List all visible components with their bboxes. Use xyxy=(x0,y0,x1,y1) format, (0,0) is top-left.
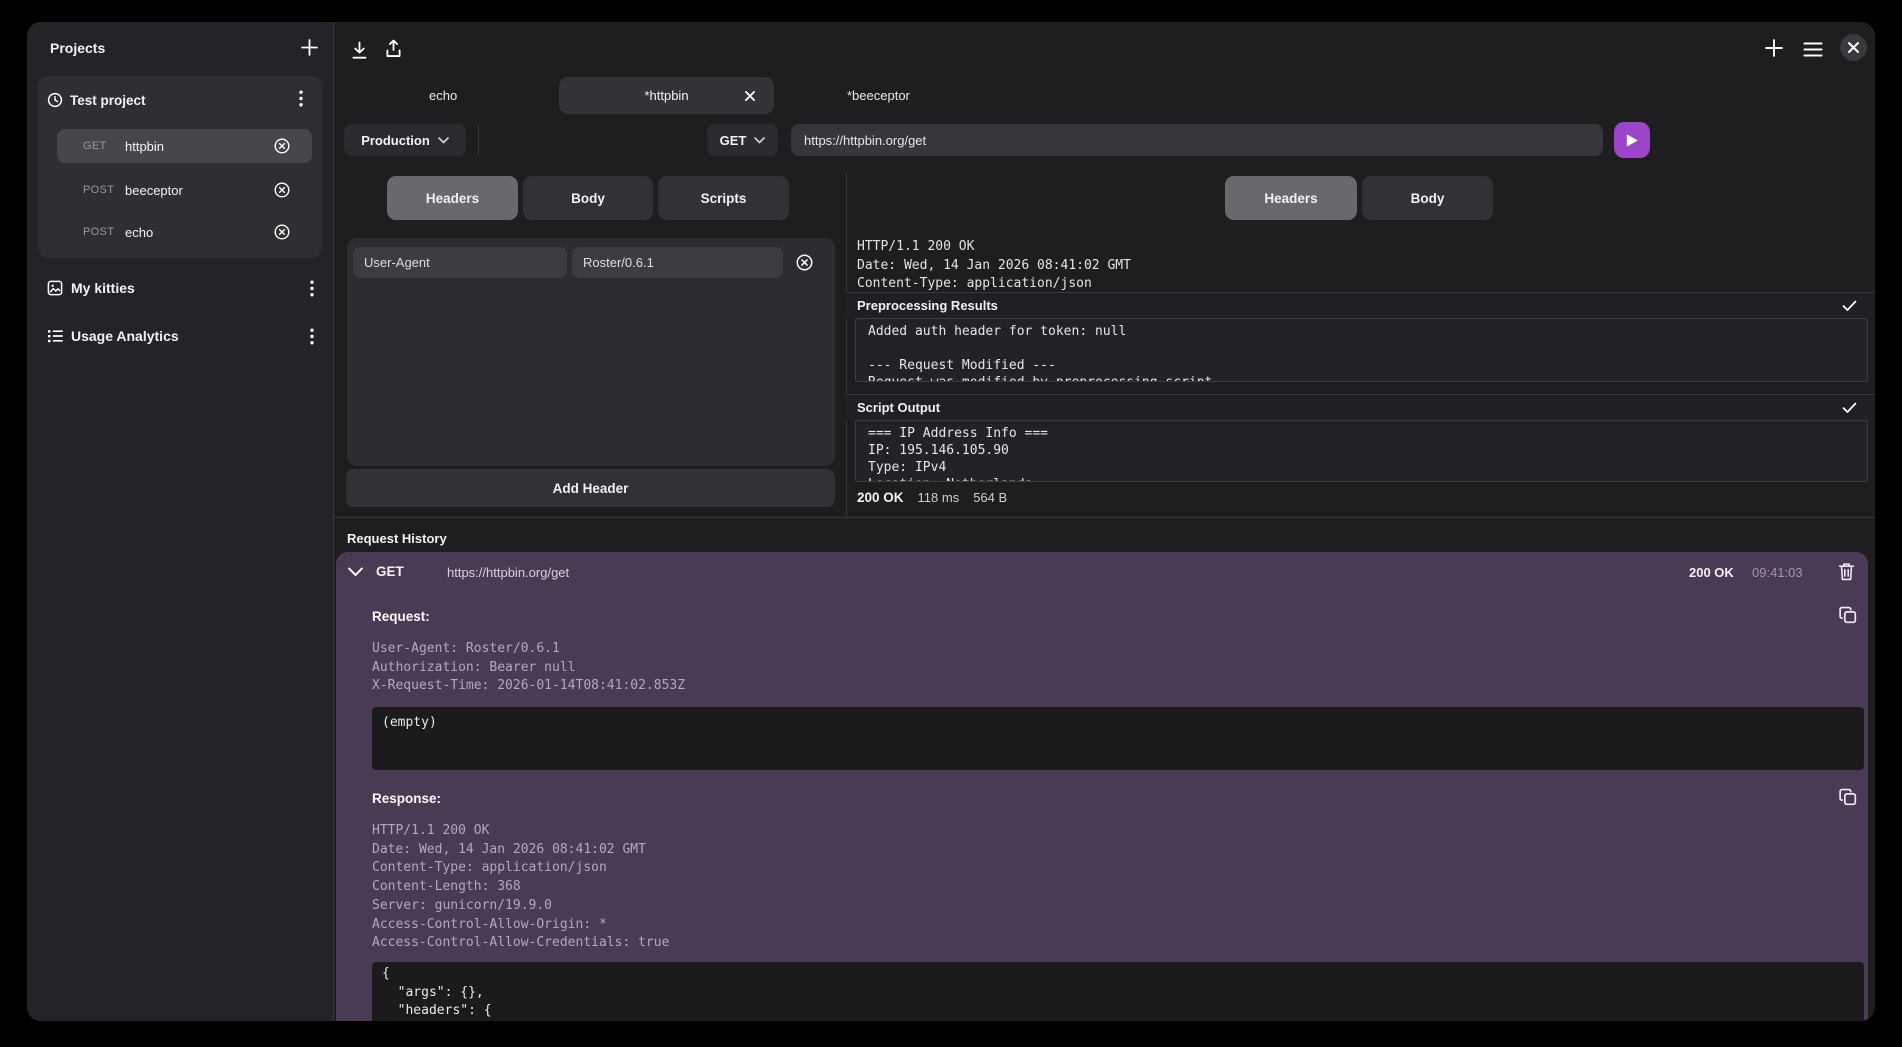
status-time: 118 ms xyxy=(918,490,960,505)
headers-editor: User-Agent Roster/0.6.1 xyxy=(347,238,835,466)
sidebar-group-my-kitties[interactable]: My kitties xyxy=(47,278,313,298)
remove-request-icon[interactable] xyxy=(274,224,290,240)
close-window-button[interactable] xyxy=(1840,34,1867,61)
chevron-down-icon xyxy=(438,137,449,144)
usage-analytics-menu-button[interactable] xyxy=(305,328,319,344)
sidebar: Projects Test project GET httpbin xyxy=(27,22,334,1021)
check-icon xyxy=(1842,402,1857,414)
trash-icon[interactable] xyxy=(1838,562,1855,581)
method-dropdown[interactable]: GET xyxy=(707,124,778,156)
sidebar-group-usage-analytics[interactable]: Usage Analytics xyxy=(47,326,313,346)
preprocessing-results-header: Preprocessing Results xyxy=(846,292,1875,318)
tab-request-scripts[interactable]: Scripts xyxy=(658,176,789,220)
request-method-label: POST xyxy=(83,226,125,238)
response-headers-output: HTTP/1.1 200 OK Date: Wed, 14 Jan 2026 0… xyxy=(857,238,1857,292)
project-group: Test project GET httpbin POST beeceptor xyxy=(38,76,322,258)
copy-icon[interactable] xyxy=(1839,606,1857,624)
remove-header-icon[interactable] xyxy=(796,254,813,271)
import-button[interactable] xyxy=(351,41,368,65)
request-method-label: GET xyxy=(83,140,125,152)
chevron-down-icon[interactable] xyxy=(348,567,363,577)
tab-request-headers[interactable]: Headers xyxy=(387,176,518,220)
history-request-label: Request: xyxy=(372,609,430,624)
environment-dropdown[interactable]: Production xyxy=(344,124,466,156)
tab-response-body[interactable]: Body xyxy=(1362,176,1493,220)
history-method: GET xyxy=(376,564,404,579)
tab-label: *httpbin xyxy=(644,88,688,103)
copy-icon[interactable] xyxy=(1839,788,1857,806)
close-tab-icon[interactable] xyxy=(745,91,755,101)
list-icon xyxy=(47,328,63,344)
remove-request-icon[interactable] xyxy=(274,138,290,154)
app-window: Projects Test project GET httpbin xyxy=(27,22,1875,1021)
section-divider xyxy=(334,517,1875,518)
sidebar-item-echo[interactable]: POST echo xyxy=(57,215,312,249)
upload-icon xyxy=(385,39,402,59)
url-input[interactable]: https://httpbin.org/get xyxy=(791,124,1603,156)
header-value-input[interactable]: Roster/0.6.1 xyxy=(572,247,783,278)
request-history-title: Request History xyxy=(347,531,447,546)
tab-echo[interactable]: echo xyxy=(429,88,457,103)
toolbar-divider xyxy=(478,124,479,156)
project-group-label: Test project xyxy=(70,93,146,108)
hamburger-icon xyxy=(1803,42,1823,57)
add-project-button[interactable] xyxy=(301,39,318,61)
remove-request-icon[interactable] xyxy=(274,182,290,198)
play-icon xyxy=(1625,133,1639,148)
my-kitties-menu-button[interactable] xyxy=(305,280,319,296)
sidebar-item-httpbin[interactable]: GET httpbin xyxy=(57,129,312,163)
plus-icon xyxy=(1765,39,1783,57)
history-status: 200 OK xyxy=(1689,565,1734,580)
image-icon xyxy=(47,280,63,296)
sidebar-item-beeceptor[interactable]: POST beeceptor xyxy=(57,173,312,207)
status-code: 200 OK xyxy=(857,490,904,505)
script-output-box: === IP Address Info === IP: 195.146.105.… xyxy=(855,420,1868,482)
header-key-input[interactable]: User-Agent xyxy=(353,247,567,278)
clock-icon xyxy=(47,92,63,108)
plus-icon xyxy=(301,39,318,56)
history-request-headers: User-Agent: Roster/0.6.1 Authorization: … xyxy=(372,640,685,696)
app-menu-button[interactable] xyxy=(1803,42,1823,62)
new-tab-button[interactable] xyxy=(1765,39,1783,62)
send-request-button[interactable] xyxy=(1614,122,1650,158)
history-entry-card: GET https://httpbin.org/get 200 OK 09:41… xyxy=(336,552,1868,1021)
download-icon xyxy=(351,41,368,60)
tab-beeceptor[interactable]: *beeceptor xyxy=(847,88,910,103)
export-button[interactable] xyxy=(385,39,402,64)
history-time: 09:41:03 xyxy=(1752,565,1803,580)
project-group-header[interactable]: Test project xyxy=(47,91,313,109)
sidebar-title: Projects xyxy=(50,40,105,56)
history-response-headers: HTTP/1.1 200 OK Date: Wed, 14 Jan 2026 0… xyxy=(372,822,669,953)
close-icon xyxy=(1848,42,1859,53)
project-menu-button[interactable] xyxy=(294,90,308,106)
preprocessing-results-output: Added auth header for token: null --- Re… xyxy=(855,318,1868,382)
request-method-label: POST xyxy=(83,184,125,196)
history-response-body: { "args": {}, "headers": { xyxy=(372,962,1864,1021)
panel-divider xyxy=(846,172,847,517)
history-response-label: Response: xyxy=(372,791,441,806)
add-header-button[interactable]: Add Header xyxy=(346,469,835,507)
status-size: 564 B xyxy=(973,490,1007,505)
chevron-down-icon xyxy=(754,137,765,144)
history-request-body: (empty) xyxy=(372,707,1864,770)
tab-response-headers[interactable]: Headers xyxy=(1225,176,1357,220)
response-status-bar: 200 OK 118 ms 564 B xyxy=(857,490,1007,505)
check-icon xyxy=(1842,300,1857,312)
history-url: https://httpbin.org/get xyxy=(447,565,569,580)
tab-httpbin-active[interactable]: *httpbin xyxy=(559,77,774,114)
script-output-header: Script Output xyxy=(846,394,1875,420)
tab-request-body[interactable]: Body xyxy=(523,176,653,220)
